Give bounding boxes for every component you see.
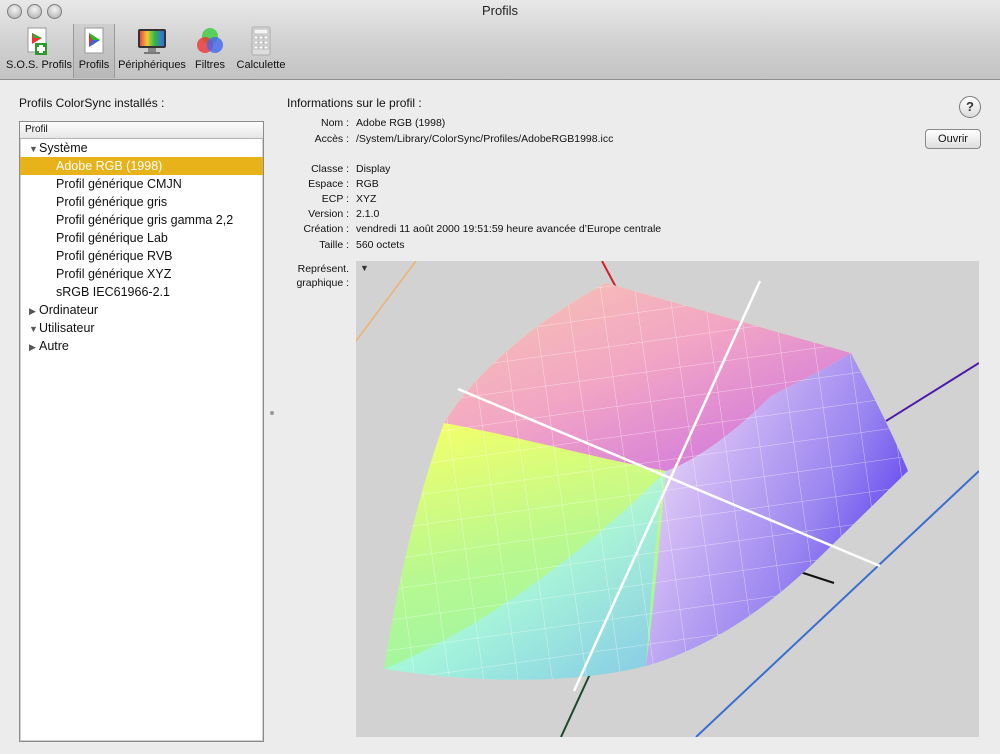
size-label: Taille : <box>319 239 349 251</box>
gamut-grid-mesh <box>384 283 908 680</box>
toolbar-label: Filtres <box>195 59 225 71</box>
creation-label: Création : <box>303 223 349 235</box>
pcs-value: XYZ <box>356 193 377 205</box>
open-button[interactable]: Ouvrir <box>925 129 981 149</box>
tree-group-utilisateur[interactable]: ▼Utilisateur <box>20 319 263 337</box>
tree-group-systeme[interactable]: ▼Système <box>20 139 263 157</box>
access-label: Accès : <box>314 133 349 145</box>
profile-list[interactable]: Profil ▼Système Adobe RGB (1998) Profil … <box>19 121 264 742</box>
tree-item-profil-gris-gamma[interactable]: Profil générique gris gamma 2,2 <box>20 211 263 229</box>
toolbar-peripheriques[interactable]: Périphériques <box>118 24 186 78</box>
column-header-profil[interactable]: Profil <box>20 122 263 139</box>
tree-item-profil-cmjn[interactable]: Profil générique CMJN <box>20 175 263 193</box>
disclosure-triangle-collapsed-icon[interactable]: ▶ <box>29 302 39 320</box>
split-view-handle[interactable] <box>270 411 274 415</box>
gamut-plot <box>356 261 979 737</box>
creation-value: vendredi 11 août 2000 19:51:59 heure ava… <box>356 223 662 235</box>
toolbar-filtres[interactable]: Filtres <box>193 24 227 78</box>
profile-document-icon <box>78 26 110 56</box>
axis-line-orange <box>356 261 417 342</box>
tree-item-srgb[interactable]: sRGB IEC61966-2.1 <box>20 283 263 301</box>
space-value: RGB <box>356 178 379 190</box>
toolbar-calculette[interactable]: Calculette <box>235 24 287 78</box>
pcs-label: ECP : <box>321 193 349 205</box>
toolbar-label: Profils <box>78 59 110 71</box>
class-label: Classe : <box>311 163 349 175</box>
toolbar-label: Périphériques <box>118 59 186 71</box>
access-value: /System/Library/ColorSync/Profiles/Adobe… <box>356 133 614 145</box>
monitor-icon <box>136 26 168 56</box>
tree-item-profil-rvb[interactable]: Profil générique RVB <box>20 247 263 265</box>
tree-item-profil-gris[interactable]: Profil générique gris <box>20 193 263 211</box>
version-value: 2.1.0 <box>356 208 380 220</box>
calculator-icon <box>245 26 277 56</box>
window-toolbar: Profils S.O.S. Profils Profils Périphéri… <box>0 0 1000 80</box>
version-label: Version : <box>308 208 349 220</box>
disclosure-triangle-expanded-icon[interactable]: ▼ <box>29 140 39 158</box>
disclosure-triangle-collapsed-icon[interactable]: ▶ <box>29 338 39 356</box>
space-label: Espace : <box>308 178 349 190</box>
disclosure-triangle-expanded-icon[interactable]: ▼ <box>29 320 39 338</box>
name-label: Nom : <box>320 117 349 129</box>
toolbar-profils[interactable]: Profils <box>73 24 115 78</box>
tree-item-adobe-rgb[interactable]: Adobe RGB (1998) <box>20 157 263 175</box>
name-value: Adobe RGB (1998) <box>356 117 446 129</box>
help-button[interactable]: ? <box>959 96 981 118</box>
profile-info-title: Informations sur le profil : <box>287 96 422 110</box>
installed-profiles-title: Profils ColorSync installés : <box>19 96 165 110</box>
size-value: 560 octets <box>356 239 405 251</box>
first-aid-profile-icon <box>22 26 54 56</box>
color-filter-circles-icon <box>194 26 226 56</box>
graph-menu-triangle-icon[interactable]: ▼ <box>360 263 369 273</box>
tree-group-autre[interactable]: ▶ Autre <box>20 337 263 355</box>
axis-line-violet <box>885 362 979 422</box>
toolbar-sos-profils[interactable]: S.O.S. Profils <box>6 24 73 78</box>
toolbar-label: Calculette <box>236 59 286 71</box>
tree-item-profil-xyz[interactable]: Profil générique XYZ <box>20 265 263 283</box>
class-value: Display <box>356 163 391 175</box>
graph-label: Représent. graphique : <box>296 263 349 289</box>
gamut-3d-view[interactable]: ▼ <box>356 261 979 737</box>
tree-group-ordinateur[interactable]: ▶ Ordinateur <box>20 301 263 319</box>
toolbar-label: S.O.S. Profils <box>6 59 73 71</box>
tree-item-profil-lab[interactable]: Profil générique Lab <box>20 229 263 247</box>
window-title: Profils <box>481 3 519 18</box>
